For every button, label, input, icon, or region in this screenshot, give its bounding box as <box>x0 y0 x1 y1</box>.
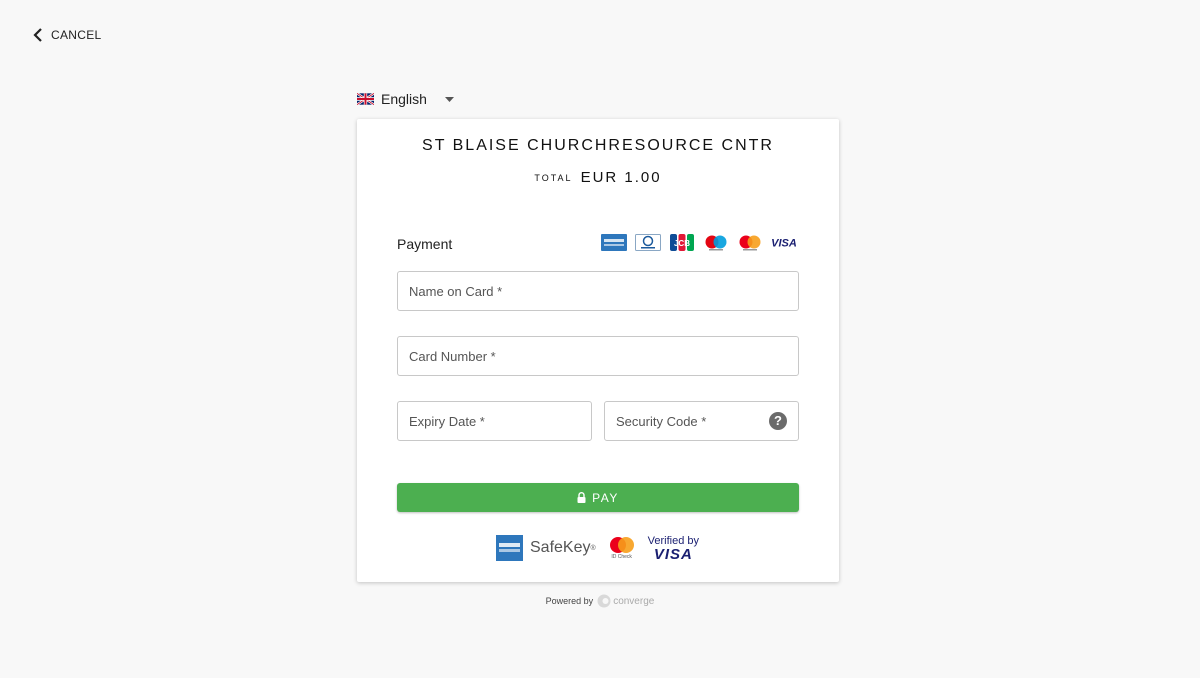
lock-icon <box>577 492 586 503</box>
svg-text:JCB: JCB <box>674 239 690 248</box>
diners-club-icon <box>635 234 661 251</box>
payment-card: ST BLAISE CHURCHRESOURCE CNTR TOTAL EUR 1… <box>357 119 839 582</box>
converge-logo-icon <box>597 594 611 608</box>
safekey-registered-mark: ® <box>590 544 596 552</box>
card-number-field[interactable] <box>397 336 799 376</box>
security-badges: SafeKey ® ID Check Verified by VISA <box>496 535 699 563</box>
name-on-card-field[interactable] <box>397 271 799 311</box>
security-code-field[interactable]: ? <box>604 401 799 441</box>
mastercard-logo-icon <box>609 537 634 553</box>
amex-logo-icon <box>496 535 523 561</box>
chevron-left-icon <box>33 28 42 42</box>
total-amount: EUR 1.00 <box>580 169 662 186</box>
merchant-name: ST BLAISE CHURCHRESOURCE CNTR <box>422 137 774 154</box>
converge-logo: converge <box>597 594 654 608</box>
help-icon[interactable]: ? <box>769 412 787 430</box>
verified-visa-text: VISA <box>653 546 693 563</box>
cancel-button[interactable]: CANCEL <box>33 28 101 42</box>
caret-down-icon <box>444 96 454 102</box>
converge-label: converge <box>613 595 655 607</box>
pay-label: PAY <box>592 490 619 505</box>
id-check-caption: ID Check <box>611 554 632 560</box>
uk-flag-icon <box>357 93 374 105</box>
powered-by-footer: Powered by converge <box>0 594 1200 608</box>
language-selector[interactable]: English <box>357 91 454 107</box>
pay-button[interactable]: PAY <box>397 483 799 512</box>
mastercard-id-check-badge: ID Check <box>608 536 636 560</box>
card-number-input[interactable] <box>398 337 798 375</box>
language-label: English <box>381 91 427 107</box>
name-on-card-input[interactable] <box>398 272 798 310</box>
visa-icon: VISA <box>771 234 797 251</box>
verified-by-visa-badge: Verified by VISA <box>648 535 699 563</box>
amex-safekey-badge: SafeKey ® <box>496 535 596 561</box>
expiry-date-field[interactable] <box>397 401 592 441</box>
maestro-icon <box>703 234 729 251</box>
total-label: TOTAL <box>534 173 573 183</box>
powered-by-label: Powered by <box>545 596 594 606</box>
jcb-icon: JCB <box>669 234 695 251</box>
total-line: TOTAL EUR 1.00 <box>357 169 839 186</box>
payment-section-label: Payment <box>397 236 453 252</box>
amex-icon <box>601 234 627 251</box>
safekey-label: SafeKey <box>530 539 591 556</box>
card-brand-icons: JCB VISA <box>601 234 797 251</box>
mastercard-icon <box>737 234 763 251</box>
expiry-date-input[interactable] <box>398 402 591 440</box>
visa-brand-text: VISA <box>771 238 797 250</box>
cancel-label: CANCEL <box>51 28 102 42</box>
